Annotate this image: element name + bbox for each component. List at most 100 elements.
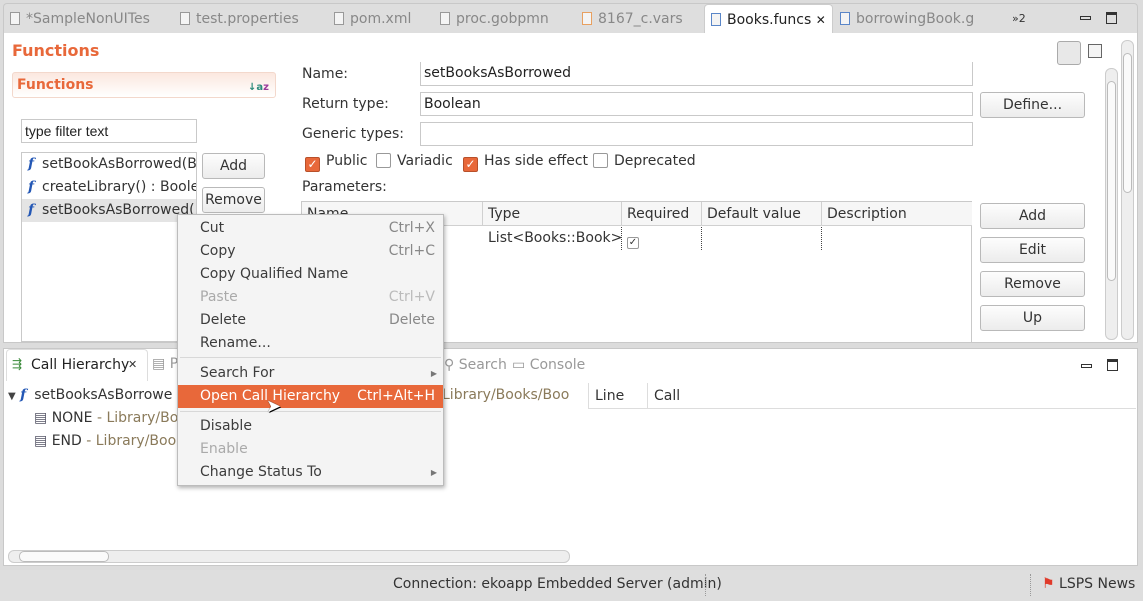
menu-label: Delete: [200, 312, 246, 328]
close-tab-icon[interactable]: ✕: [128, 358, 137, 371]
checkbox-checked[interactable]: ✓: [463, 157, 478, 172]
rows-layout-icon[interactable]: [1088, 44, 1102, 58]
public-checkbox[interactable]: ✓ Public: [305, 153, 367, 172]
news-button[interactable]: ⚑ LSPS News: [1042, 576, 1135, 592]
column-header-call[interactable]: Call: [648, 383, 1136, 409]
bottom-panel: ⇶ Call Hierarchy ✕ ▤ P ⚲ Search ▭ Consol…: [3, 348, 1138, 566]
sort-alpha-icon[interactable]: ↓az: [248, 82, 269, 93]
tree-label: END: [51, 433, 82, 449]
return-type-field[interactable]: Boolean: [420, 92, 973, 116]
name-label: Name:: [302, 66, 349, 82]
param-default-cell[interactable]: [702, 227, 822, 250]
column-header-default[interactable]: Default value: [702, 202, 822, 226]
tab-label: 8167_c.vars: [598, 11, 683, 27]
text-file-icon: [180, 12, 190, 25]
remove-param-button[interactable]: Remove: [980, 271, 1085, 297]
list-item[interactable]: f setBooksAsBorrowed(: [22, 199, 196, 222]
menu-item-disable[interactable]: Disable: [178, 415, 443, 438]
menu-item-delete[interactable]: Delete Delete: [178, 309, 443, 332]
generic-types-field[interactable]: [420, 122, 973, 146]
column-header-required[interactable]: Required: [622, 202, 702, 226]
menu-item-enable: Enable: [178, 438, 443, 461]
expand-arrow-icon[interactable]: ▼: [8, 391, 16, 402]
menu-separator: [180, 411, 441, 412]
list-item[interactable]: f createLibrary() : Boole: [22, 176, 196, 199]
tree-path: - Library/Boo: [92, 410, 187, 426]
page-vertical-scrollbar[interactable]: [1121, 40, 1134, 340]
function-icon: f: [28, 156, 35, 172]
define-button[interactable]: Define...: [980, 92, 1085, 118]
shortcut: Ctrl+C: [388, 243, 435, 259]
name-field[interactable]: setBooksAsBorrowed: [420, 62, 973, 86]
menu-item-copy[interactable]: Copy Ctrl+C: [178, 240, 443, 263]
more-tabs-button[interactable]: »2: [1012, 4, 1026, 34]
tab-properties[interactable]: ▤ P: [152, 356, 178, 372]
tab-pom-xml[interactable]: pom.xml: [334, 4, 411, 34]
required-checkbox-checked[interactable]: ✓: [627, 237, 639, 249]
checkbox-unchecked[interactable]: [376, 153, 391, 168]
deprecated-checkbox[interactable]: Deprecated: [593, 153, 696, 169]
checkbox-label: Variadic: [397, 153, 453, 169]
side-effect-checkbox[interactable]: ✓ Has side effect: [463, 153, 588, 172]
filter-input[interactable]: [21, 119, 197, 143]
checkbox-checked[interactable]: ✓: [305, 157, 320, 172]
maximize-icon[interactable]: [1107, 359, 1118, 371]
function-icon: f: [28, 179, 35, 195]
add-param-button[interactable]: Add: [980, 203, 1085, 229]
page-title: Functions: [12, 41, 100, 60]
vars-file-icon: [582, 12, 592, 25]
param-description-cell[interactable]: [822, 227, 972, 250]
horizontal-scrollbar[interactable]: [8, 550, 570, 563]
scrollbar-thumb[interactable]: [19, 551, 109, 562]
tree-item[interactable]: ▤ NONE - Library/Boo: [34, 410, 187, 426]
columns-layout-icon[interactable]: [1057, 41, 1081, 65]
tab-test-properties[interactable]: test.properties: [180, 4, 299, 34]
menu-label: Change Status To: [200, 464, 322, 480]
tab-label: Books.funcs: [727, 12, 812, 28]
tree-item-root[interactable]: ▼ f setBooksAsBorrowe: [8, 387, 172, 403]
menu-item-cut[interactable]: Cut Ctrl+X: [178, 217, 443, 240]
tab-borrowingbook[interactable]: borrowingBook.g: [840, 4, 974, 34]
tab-books-funcs[interactable]: Books.funcs ✕: [704, 4, 833, 34]
tab-proc-gobpmn[interactable]: proc.gobpmn: [440, 4, 549, 34]
variadic-checkbox[interactable]: Variadic: [376, 153, 453, 169]
menu-item-open-call-hierarchy[interactable]: Open Call Hierarchy Ctrl+Alt+H: [178, 385, 443, 408]
submenu-arrow-icon: ▶: [430, 369, 437, 378]
menu-item-search-for[interactable]: Search For ▶: [178, 362, 443, 385]
maximize-icon[interactable]: [1106, 12, 1117, 24]
column-header-description[interactable]: Description: [822, 202, 972, 226]
editor-vertical-scrollbar[interactable]: [1105, 68, 1118, 340]
column-header-type[interactable]: Type: [483, 202, 622, 226]
up-param-button[interactable]: Up: [980, 305, 1085, 331]
checkbox-unchecked[interactable]: [593, 153, 608, 168]
menu-item-change-status[interactable]: Change Status To ▶: [178, 461, 443, 484]
scrollbar-thumb[interactable]: [1107, 81, 1116, 281]
minimize-icon[interactable]: [1080, 16, 1091, 20]
checkbox-label: Public: [326, 153, 368, 169]
functions-list: f setBookAsBorrowed(B f createLibrary() : …: [21, 152, 197, 342]
menu-item-copy-qualified-name[interactable]: Copy Qualified Name: [178, 263, 443, 286]
minimize-icon[interactable]: [1081, 364, 1092, 368]
function-icon: f: [28, 202, 35, 218]
shortcut: Ctrl+Alt+H: [357, 388, 435, 404]
tab-8167-vars[interactable]: 8167_c.vars: [582, 4, 683, 34]
tab-samplenonuites[interactable]: *SampleNonUITes: [10, 4, 150, 34]
param-required-cell[interactable]: ✓: [622, 227, 702, 250]
event-icon: ▤: [34, 433, 48, 449]
column-header-line[interactable]: Line: [588, 383, 648, 409]
scrollbar-thumb[interactable]: [1123, 53, 1132, 193]
status-bar: Connection: ekoapp Embedded Server (admi…: [0, 570, 1143, 601]
tab-call-hierarchy[interactable]: ⇶ Call Hierarchy ✕: [6, 349, 148, 381]
add-function-button[interactable]: Add: [202, 153, 265, 179]
menu-item-rename[interactable]: Rename...: [178, 332, 443, 355]
tab-search[interactable]: ⚲ Search: [444, 357, 507, 373]
model-file-icon: [840, 12, 850, 25]
tree-item[interactable]: ▤ END - Library/Book: [34, 433, 184, 449]
tab-console[interactable]: ▭ Console: [512, 357, 585, 373]
remove-function-button[interactable]: Remove: [202, 187, 265, 213]
properties-icon: ▤: [152, 356, 166, 372]
list-item[interactable]: f setBookAsBorrowed(B: [22, 153, 196, 176]
edit-param-button[interactable]: Edit: [980, 237, 1085, 263]
close-tab-icon[interactable]: ✕: [816, 13, 826, 27]
param-type-cell[interactable]: List<Books::Book>: [483, 227, 622, 250]
